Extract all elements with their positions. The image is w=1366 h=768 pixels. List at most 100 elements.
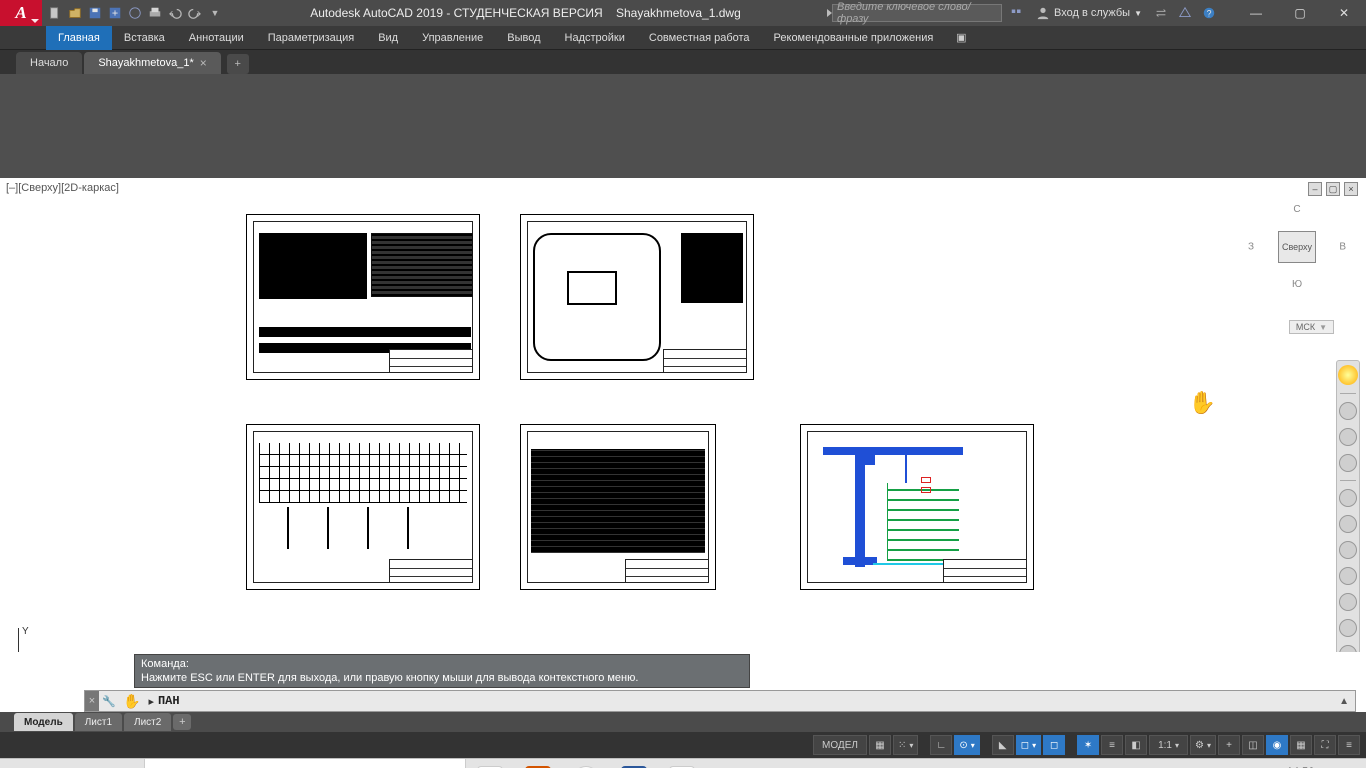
app-logo[interactable]: A bbox=[0, 0, 42, 26]
sb-grid-icon[interactable]: ▦ bbox=[869, 735, 891, 755]
nav-tool-icon[interactable] bbox=[1339, 515, 1357, 533]
cube-west: З bbox=[1248, 242, 1254, 253]
pan-tool-icon[interactable] bbox=[1339, 402, 1357, 420]
sb-osnap-icon[interactable]: ◻▾ bbox=[1016, 735, 1041, 755]
vp-close-icon[interactable]: × bbox=[1344, 182, 1358, 196]
undo-icon[interactable] bbox=[166, 4, 184, 22]
tab-manage[interactable]: Управление bbox=[410, 26, 495, 50]
cmd-close-icon[interactable]: × bbox=[85, 691, 99, 711]
search-icon[interactable] bbox=[48, 759, 96, 768]
layout-add-button[interactable]: + bbox=[173, 714, 191, 730]
voice-assistant-bar[interactable]: 🎤 bbox=[144, 759, 466, 768]
tab-output[interactable]: Вывод bbox=[495, 26, 552, 50]
qat-dropdown-icon[interactable]: ▼ bbox=[206, 4, 224, 22]
maximize-button[interactable]: ▢ bbox=[1278, 0, 1322, 26]
vp-minimize-icon[interactable]: – bbox=[1308, 182, 1322, 196]
command-line[interactable]: × 🔧 ✋ ▸ ПАН ▲ bbox=[84, 690, 1356, 712]
help-icon[interactable]: ? bbox=[1200, 4, 1218, 22]
command-history-line: Нажмите ESC или ENTER для выхода, или пр… bbox=[141, 671, 743, 685]
nav-tool-icon[interactable] bbox=[1339, 541, 1357, 559]
sb-scale[interactable]: 1:1▾ bbox=[1149, 735, 1188, 755]
close-button[interactable]: ✕ bbox=[1322, 0, 1366, 26]
layout-tab-model[interactable]: Модель bbox=[14, 713, 73, 731]
sb-annoscale-icon[interactable]: + bbox=[1218, 735, 1240, 755]
nav-tool-icon[interactable] bbox=[1339, 619, 1357, 637]
sb-isolate-icon[interactable]: ▦ bbox=[1290, 735, 1312, 755]
tab-view[interactable]: Вид bbox=[366, 26, 410, 50]
zoom-tool-icon[interactable] bbox=[1339, 428, 1357, 446]
sb-hardware-icon[interactable]: ◉ bbox=[1266, 735, 1288, 755]
orbit-tool-icon[interactable] bbox=[1339, 454, 1357, 472]
save-icon[interactable] bbox=[86, 4, 104, 22]
cube-south: Ю bbox=[1292, 279, 1302, 290]
new-tab-button[interactable]: + bbox=[227, 54, 249, 74]
showmotion-icon[interactable] bbox=[1339, 489, 1357, 507]
nav-tool-icon[interactable] bbox=[1339, 645, 1357, 652]
ribbon-panel-area bbox=[0, 74, 1366, 178]
search-placeholder: Введите ключевое слово/фразу bbox=[837, 1, 997, 25]
cmd-recent-icon[interactable]: ▲ bbox=[1339, 696, 1349, 707]
sign-in-button[interactable]: Вход в службы ▼ bbox=[1032, 6, 1146, 20]
layout-tab-sheet2[interactable]: Лист2 bbox=[124, 713, 171, 731]
tab-addins[interactable]: Надстройки bbox=[553, 26, 637, 50]
sb-lineweight-icon[interactable]: ≡ bbox=[1101, 735, 1123, 755]
tab-collaborate[interactable]: Совместная работа bbox=[637, 26, 762, 50]
open-icon[interactable] bbox=[66, 4, 84, 22]
exchange-icon[interactable] bbox=[1152, 4, 1170, 22]
infocenter-icon[interactable] bbox=[1008, 4, 1026, 22]
redo-icon[interactable] bbox=[186, 4, 204, 22]
ribbon-tabs: Главная Вставка Аннотации Параметризация… bbox=[0, 26, 1366, 50]
close-tab-icon[interactable]: × bbox=[200, 56, 207, 70]
app-powerpoint[interactable]: P bbox=[514, 759, 562, 768]
nav-tool-icon[interactable] bbox=[1339, 593, 1357, 611]
app-autocad[interactable]: A bbox=[658, 759, 706, 768]
drawing-viewport[interactable]: [–][Сверху][2D-каркас] – ▢ × С З В Ю Све… bbox=[0, 178, 1366, 652]
file-tab-start[interactable]: Начало bbox=[16, 52, 82, 74]
sb-ortho-icon[interactable]: ∟ bbox=[930, 735, 952, 755]
minimize-button[interactable]: ― bbox=[1234, 0, 1278, 26]
ribbon-focus-icon[interactable]: ▣ bbox=[951, 31, 971, 44]
sb-workspace-icon[interactable]: ◫ bbox=[1242, 735, 1264, 755]
nav-tool-icon[interactable] bbox=[1339, 567, 1357, 585]
cube-top-face[interactable]: Сверху bbox=[1278, 231, 1316, 263]
wcs-label: МСК bbox=[1296, 322, 1315, 332]
title-bar: A ▼ Autodesk AutoCAD 2019 - СТУДЕНЧЕСКАЯ… bbox=[0, 0, 1366, 26]
sb-gear-icon[interactable]: ⚙▾ bbox=[1190, 735, 1216, 755]
drawing-sheet-1 bbox=[246, 214, 480, 380]
sb-polar-icon[interactable]: ⊙▾ bbox=[954, 735, 979, 755]
app-yandex[interactable]: Y bbox=[466, 759, 514, 768]
keyword-search[interactable]: Введите ключевое слово/фразу bbox=[832, 4, 1002, 22]
tab-home[interactable]: Главная bbox=[46, 26, 112, 50]
sb-snap-icon[interactable]: ⁙▾ bbox=[893, 735, 918, 755]
web-icon[interactable] bbox=[126, 4, 144, 22]
taskview-icon[interactable] bbox=[96, 759, 144, 768]
sb-modelspace[interactable]: МОДЕЛ bbox=[813, 735, 867, 755]
sb-otrack-icon[interactable]: ◻ bbox=[1043, 735, 1065, 755]
app-word[interactable]: W bbox=[610, 759, 658, 768]
layout-tab-sheet1[interactable]: Лист1 bbox=[75, 713, 122, 731]
sb-isodraft-icon[interactable]: ◣ bbox=[992, 735, 1014, 755]
cube-north: С bbox=[1293, 204, 1300, 215]
tab-annotate[interactable]: Аннотации bbox=[177, 26, 256, 50]
wcs-selector[interactable]: МСК▼ bbox=[1289, 320, 1334, 334]
tab-parametric[interactable]: Параметризация bbox=[256, 26, 366, 50]
sb-dynucs-icon[interactable]: ✶ bbox=[1077, 735, 1099, 755]
tab-insert[interactable]: Вставка bbox=[112, 26, 177, 50]
saveas-icon[interactable] bbox=[106, 4, 124, 22]
cmd-config-icon[interactable]: 🔧 bbox=[99, 691, 119, 711]
viewcube[interactable]: С З В Ю Сверху bbox=[1256, 206, 1338, 288]
file-tab-drawing[interactable]: Shayakhmetova_1* × bbox=[84, 52, 220, 74]
tab-featured[interactable]: Рекомендованные приложения bbox=[762, 26, 946, 50]
new-icon[interactable] bbox=[46, 4, 64, 22]
app-opera[interactable]: O bbox=[562, 759, 610, 768]
sb-transparency-icon[interactable]: ◧ bbox=[1125, 735, 1147, 755]
a360-icon[interactable] bbox=[1176, 4, 1194, 22]
sb-customize-icon[interactable]: ≡ bbox=[1338, 735, 1360, 755]
vp-restore-icon[interactable]: ▢ bbox=[1326, 182, 1340, 196]
plot-icon[interactable] bbox=[146, 4, 164, 22]
viewport-label[interactable]: [–][Сверху][2D-каркас] bbox=[6, 182, 119, 194]
start-button[interactable] bbox=[0, 759, 48, 768]
navigation-bar bbox=[1336, 360, 1360, 652]
steering-wheel-icon[interactable] bbox=[1338, 365, 1358, 385]
sb-cleanscreen-icon[interactable]: ⛶ bbox=[1314, 735, 1336, 755]
